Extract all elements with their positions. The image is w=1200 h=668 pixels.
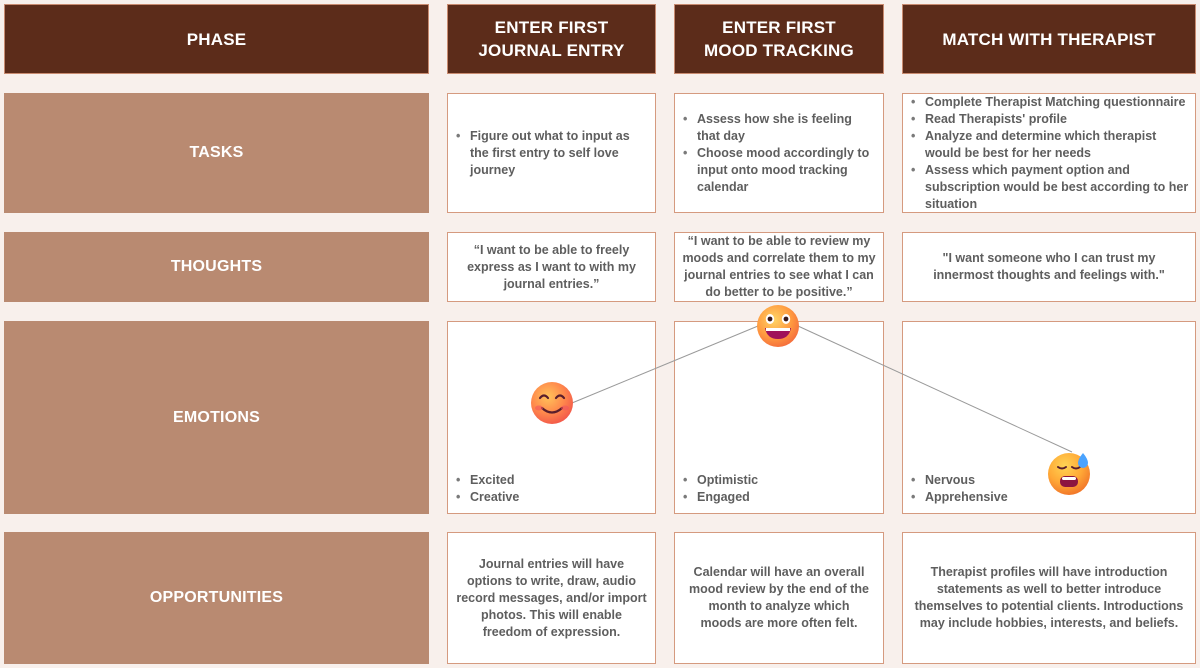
opportunities-cell-journal: Journal entries will have options to wri… bbox=[447, 532, 656, 664]
header-phase-label: PHASE bbox=[186, 29, 247, 49]
list-item: Nervous bbox=[911, 472, 1008, 489]
header-match-with-therapist: MATCH WITH THERAPIST bbox=[902, 4, 1196, 74]
thought-text-mood: “I want to be able to review my moods an… bbox=[682, 234, 876, 299]
emotions-list-mood: Optimistic Engaged bbox=[675, 472, 764, 506]
header-enter-first-mood-tracking: ENTER FIRST MOOD TRACKING bbox=[674, 4, 884, 74]
row-label-opportunities-text: OPPORTUNITIES bbox=[149, 589, 284, 606]
tasks-cell-mood: Assess how she is feeling that day Choos… bbox=[674, 93, 884, 213]
header-col2-line2: MOOD TRACKING bbox=[704, 41, 854, 60]
list-item: Optimistic bbox=[683, 472, 758, 489]
thoughts-cell-journal: “I want to be able to freely express as … bbox=[447, 232, 656, 302]
header-col3-label: MATCH WITH THERAPIST bbox=[942, 29, 1156, 49]
row-label-thoughts-text: THOUGHTS bbox=[170, 258, 263, 275]
row-label-emotions: EMOTIONS bbox=[4, 321, 429, 514]
emotions-cell-mood: Optimistic Engaged bbox=[674, 321, 884, 514]
list-item: Analyze and determine which therapist wo… bbox=[911, 128, 1189, 162]
emotions-cell-therapist: Nervous Apprehensive bbox=[902, 321, 1196, 514]
thoughts-cell-therapist: "I want someone who I can trust my inner… bbox=[902, 232, 1196, 302]
tasks-list-journal: Figure out what to input as the first en… bbox=[448, 128, 655, 179]
emotions-cell-journal: Excited Creative bbox=[447, 321, 656, 514]
emotions-list-journal: Excited Creative bbox=[448, 472, 525, 506]
list-item: Figure out what to input as the first en… bbox=[456, 128, 649, 179]
row-label-emotions-text: EMOTIONS bbox=[173, 408, 260, 426]
header-enter-first-journal-entry: ENTER FIRST JOURNAL ENTRY bbox=[447, 4, 656, 74]
list-item: Assess which payment option and subscrip… bbox=[911, 162, 1189, 213]
opportunities-cell-therapist: Therapist profiles will have introductio… bbox=[902, 532, 1196, 664]
list-item: Read Therapists' profile bbox=[911, 111, 1189, 128]
tasks-cell-journal: Figure out what to input as the first en… bbox=[447, 93, 656, 213]
header-col1-line2: JOURNAL ENTRY bbox=[478, 41, 625, 60]
tasks-cell-therapist: Complete Therapist Matching questionnair… bbox=[902, 93, 1196, 213]
row-label-opportunities: OPPORTUNITIES bbox=[4, 532, 429, 664]
header-phase: PHASE bbox=[4, 4, 429, 74]
opportunities-cell-mood: Calendar will have an overall mood revie… bbox=[674, 532, 884, 664]
list-item: Excited bbox=[456, 472, 519, 489]
emotions-list-therapist: Nervous Apprehensive bbox=[903, 472, 1014, 506]
list-item: Choose mood accordingly to input onto mo… bbox=[683, 145, 877, 196]
opportunity-text-journal: Journal entries will have options to wri… bbox=[456, 556, 647, 639]
tasks-list-mood: Assess how she is feeling that day Choos… bbox=[675, 111, 883, 196]
opportunity-text-mood: Calendar will have an overall mood revie… bbox=[689, 565, 869, 630]
thought-text-therapist: "I want someone who I can trust my inner… bbox=[933, 251, 1165, 282]
opportunity-text-therapist: Therapist profiles will have introductio… bbox=[914, 565, 1184, 630]
row-label-tasks-text: TASKS bbox=[189, 144, 244, 161]
tasks-list-therapist: Complete Therapist Matching questionnair… bbox=[903, 94, 1195, 213]
list-item: Creative bbox=[456, 489, 519, 506]
thoughts-cell-mood: “I want to be able to review my moods an… bbox=[674, 232, 884, 302]
thought-text-journal: “I want to be able to freely express as … bbox=[467, 242, 636, 291]
list-item: Assess how she is feeling that day bbox=[683, 111, 877, 145]
header-col1-line1: ENTER FIRST bbox=[494, 18, 609, 37]
header-col2-line1: ENTER FIRST bbox=[722, 18, 836, 37]
list-item: Complete Therapist Matching questionnair… bbox=[911, 94, 1189, 111]
list-item: Engaged bbox=[683, 489, 758, 506]
row-label-tasks: TASKS bbox=[4, 93, 429, 213]
row-label-thoughts: THOUGHTS bbox=[4, 232, 429, 302]
list-item: Apprehensive bbox=[911, 489, 1008, 506]
